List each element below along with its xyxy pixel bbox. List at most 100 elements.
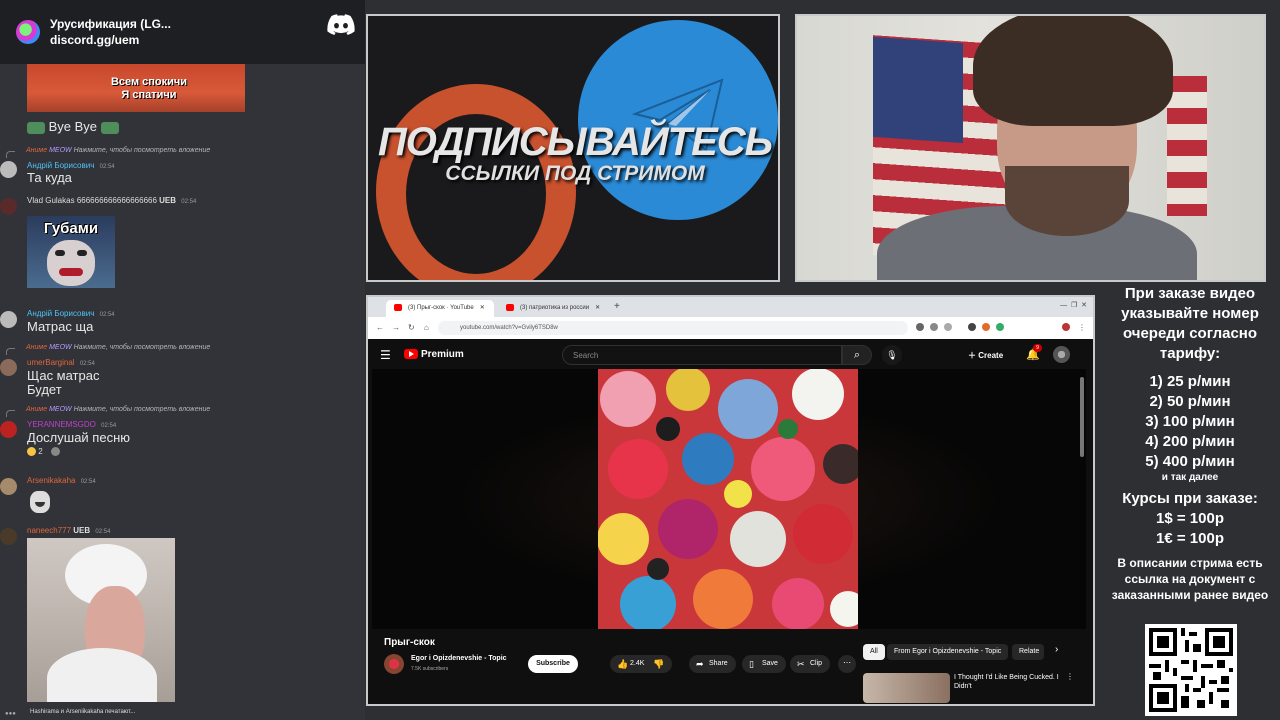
emote-image[interactable]: Всем спокичи Я спатичи — [27, 64, 245, 112]
username[interactable]: umerBarginal — [27, 358, 75, 367]
hamburger-menu-icon[interactable]: ☰ — [380, 348, 391, 362]
create-button[interactable]: ＋ Create — [968, 350, 1003, 361]
clip-button[interactable]: ✂ Clip — [790, 655, 831, 673]
more-actions-icon[interactable]: ⋯ — [838, 655, 856, 673]
youtube-brand[interactable]: Premium — [421, 349, 464, 360]
reply-preview[interactable]: Аниме MEOW Нажмите, чтобы посмотреть вло… — [5, 147, 210, 158]
avatar[interactable] — [0, 528, 17, 545]
webcam-feed — [795, 14, 1266, 282]
role-tag: UEB — [159, 196, 177, 205]
timestamp: 02:54 — [79, 361, 95, 367]
extension-icon[interactable] — [996, 323, 1004, 331]
streamer-hair — [973, 16, 1173, 126]
tab-title: (3) патриотика из россии — [520, 305, 590, 311]
scissors-icon: ✂ — [797, 659, 805, 669]
chip-all[interactable]: All — [863, 644, 885, 660]
album-cover-art — [598, 369, 858, 629]
avatar[interactable] — [0, 421, 17, 438]
browser-window: (3) Прыг-скок · YouTube ✕ (3) патриотика … — [366, 295, 1095, 706]
bookmark-star-icon[interactable] — [944, 323, 952, 331]
username[interactable]: YERANNEMSGDO — [27, 420, 96, 429]
create-label: Create — [978, 351, 1004, 360]
video-title: Прыг-скок — [384, 637, 435, 648]
address-bar-row: ← → ↻ ⌂ youtube.com/watch?v=Gvily6TSD8w … — [368, 317, 1093, 339]
browser-menu-icon[interactable]: ⋮ — [1078, 323, 1086, 332]
page-scrollbar[interactable] — [1080, 377, 1084, 457]
collage-art — [598, 369, 858, 629]
add-reaction-icon[interactable] — [50, 447, 60, 457]
discord-logo-icon — [327, 14, 355, 36]
search-input[interactable]: Search — [562, 345, 842, 365]
url-field[interactable]: youtube.com/watch?v=Gvily6TSD8w — [438, 321, 908, 335]
username[interactable]: Андрій Борисович — [27, 309, 94, 318]
extension-icon[interactable] — [916, 323, 924, 331]
emote-image[interactable]: Губами — [27, 216, 115, 288]
avatar[interactable] — [0, 198, 17, 215]
reply-tag: MEOW — [49, 344, 72, 351]
account-avatar[interactable] — [1053, 346, 1070, 363]
reaction[interactable]: 2 — [27, 447, 60, 457]
username[interactable]: Vlad Gulakas — [27, 196, 75, 205]
avatar[interactable] — [0, 359, 17, 376]
tab-youtube[interactable]: (3) Прыг-скок · YouTube ✕ — [386, 300, 494, 317]
chevron-right-icon[interactable]: › — [1055, 644, 1058, 655]
server-invite[interactable]: discord.gg/uem — [50, 32, 171, 48]
recommended-title[interactable]: I Thought I'd Like Being Cucked. I Didn'… — [954, 673, 1064, 691]
avatar[interactable] — [0, 311, 17, 328]
extension-icon[interactable] — [968, 323, 976, 331]
chip-from-channel[interactable]: From Egor i Opizdenevshie - Topic — [887, 644, 1009, 660]
subscriber-count: 7.5K subscribers — [411, 666, 449, 672]
reaction-count: 2 — [38, 447, 43, 456]
emote-image[interactable] — [27, 489, 53, 515]
tab-second[interactable]: (3) патриотика из россии ✕ — [498, 300, 608, 317]
new-tab-button[interactable]: + — [614, 301, 620, 312]
recommended-thumbnail[interactable] — [863, 673, 950, 703]
thumbs-down-icon[interactable]: 👎 — [653, 655, 664, 673]
channel-avatar[interactable] — [384, 654, 404, 674]
extension-icon[interactable] — [930, 323, 938, 331]
close-tab-icon[interactable]: ✕ — [595, 305, 600, 311]
plus-icon: ＋ — [968, 351, 979, 360]
forward-icon[interactable]: → — [392, 323, 400, 332]
youtube-favicon-icon — [506, 304, 514, 311]
profile-icon[interactable] — [1062, 323, 1070, 331]
username[interactable]: Андрій Борисович — [27, 161, 94, 170]
subscribe-promo-panel: ПОДПИСЫВАЙТЕСЬ ССЫЛКИ ПОД СТРИМОМ — [366, 14, 780, 282]
reload-icon[interactable]: ↻ — [408, 323, 415, 332]
youtube-page: ☰ Premium Search ⌕ 🎙 ＋ Create 🔔 9 Прыг-с… — [372, 341, 1086, 703]
home-icon[interactable]: ⌂ — [424, 323, 429, 332]
microphone-icon[interactable]: 🎙 — [882, 345, 902, 365]
server-header[interactable]: Урусификация (LG... discord.gg/uem — [0, 0, 365, 64]
subscribe-button[interactable]: Subscribe — [528, 655, 578, 673]
youtube-logo-icon[interactable] — [404, 349, 418, 359]
username[interactable]: naneech777 — [27, 526, 71, 535]
search-icon[interactable]: ⌕ — [842, 345, 872, 365]
recommended-menu-icon[interactable]: ⋮ — [1066, 672, 1074, 681]
timestamp: 02:54 — [181, 199, 197, 205]
save-button[interactable]: ▯ Save — [742, 655, 786, 673]
reply-preview[interactable]: Аниме MEOW Нажмите, чтобы посмотреть вло… — [5, 406, 210, 417]
reply-preview[interactable]: Аниме MEOW Нажмите, чтобы посмотреть вло… — [5, 344, 210, 355]
share-icon: ➦ — [696, 659, 704, 669]
back-icon[interactable]: ← — [376, 323, 384, 332]
video-player[interactable] — [372, 369, 1086, 629]
channel-name[interactable]: Egor i Opizdenevshie - Topic — [411, 655, 507, 662]
promo-subline: ССЫЛКИ ПОД СТРИМОМ — [445, 162, 705, 185]
extension-icon[interactable] — [982, 323, 990, 331]
timestamp: 02:54 — [95, 529, 111, 535]
share-button[interactable]: ➦ Share — [689, 655, 736, 673]
notification-count: 9 — [1033, 344, 1042, 352]
avatar[interactable] — [0, 161, 17, 178]
username[interactable]: Arsenikakaha — [27, 476, 75, 485]
close-tab-icon[interactable]: ✕ — [480, 305, 485, 311]
window-controls[interactable]: — ❐ ✕ — [1060, 301, 1087, 309]
avatar[interactable] — [0, 478, 17, 495]
tab-bar: (3) Прыг-скок · YouTube ✕ (3) патриотика … — [368, 297, 1093, 317]
piglet-gif[interactable] — [27, 538, 175, 702]
qr-code[interactable] — [1145, 624, 1237, 716]
like-button[interactable]: 👍 2.4K 👎 — [610, 655, 673, 673]
rate-item: 4) 200 р/мин — [1145, 433, 1235, 450]
message-text: Та куда — [27, 170, 72, 185]
clip-label: Clip — [810, 660, 823, 667]
chip-related[interactable]: Relate — [1012, 644, 1044, 660]
